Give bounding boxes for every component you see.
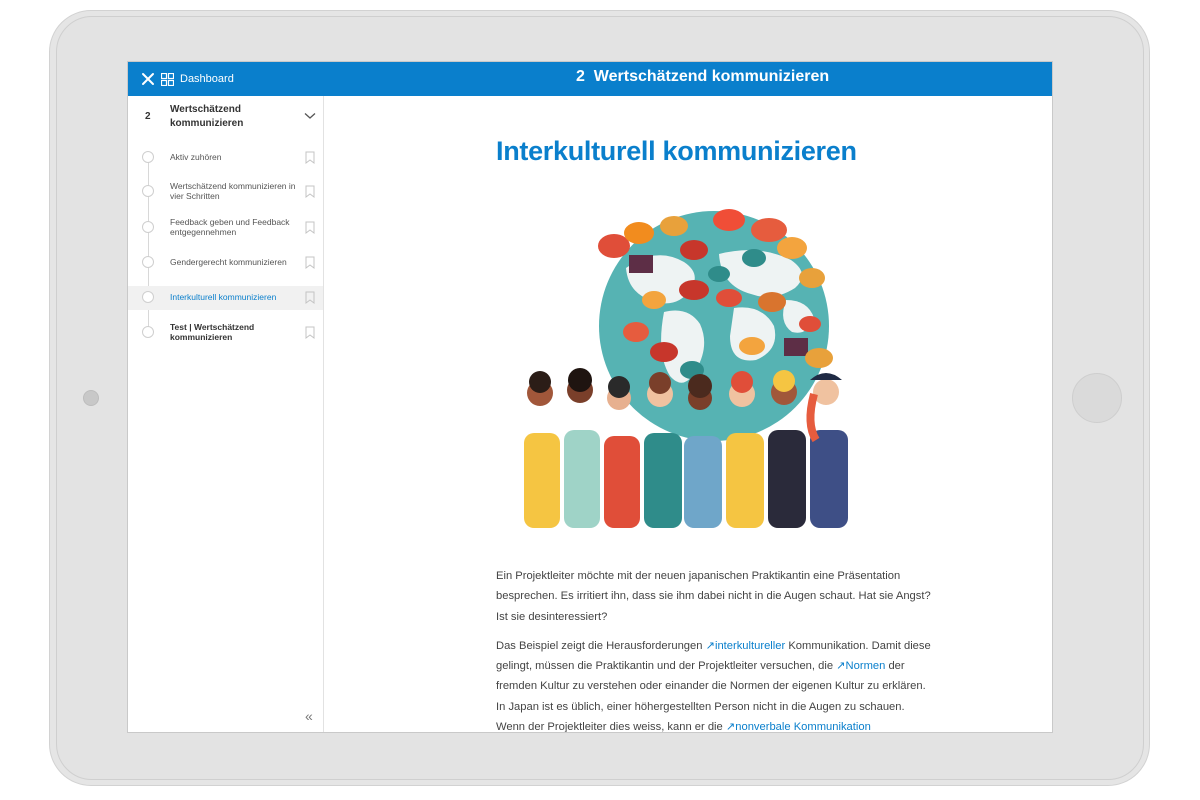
chapter-title: Wertschätzend kommunizieren bbox=[170, 104, 244, 129]
chapter-toggle[interactable]: 2 Wertschätzend kommunizieren bbox=[128, 96, 323, 146]
sidebar-item[interactable]: Aktiv zuhören bbox=[128, 146, 323, 170]
sidebar-item-label: Aktiv zuhören bbox=[170, 152, 222, 162]
bookmark-icon[interactable] bbox=[305, 256, 315, 269]
link-nonverbale-kommunikation[interactable]: ↗nonverbale Kommunikation bbox=[726, 721, 871, 732]
dashboard-grid-icon bbox=[161, 72, 174, 86]
sidebar-item[interactable]: Test | Wertschätzend kommunizieren bbox=[128, 321, 323, 347]
paragraph-2-text-a: Das Beispiel zeigt die Herausforderungen bbox=[496, 639, 706, 652]
collapse-sidebar-button[interactable]: « bbox=[305, 708, 313, 724]
sidebar-item[interactable]: Feedback geben und Feedback entgegennehm… bbox=[128, 216, 323, 242]
progress-dot bbox=[142, 221, 154, 233]
paragraph-1: Ein Projektleiter möchte mit der neuen j… bbox=[496, 570, 931, 623]
bookmark-icon[interactable] bbox=[305, 326, 315, 339]
bookmark-icon[interactable] bbox=[305, 291, 315, 304]
sidebar-item-label: Test | Wertschätzend kommunizieren bbox=[170, 322, 255, 342]
chapter-header-title: 2 Wertschätzend kommunizieren bbox=[576, 68, 829, 86]
main-content: Interkulturell kommunizieren Ein Projekt… bbox=[324, 96, 1052, 732]
chevron-down-icon bbox=[304, 113, 316, 119]
sidebar-item-label: Wertschätzend kommunizieren in vier Schr… bbox=[170, 181, 296, 201]
chapter-header-number: 2 bbox=[576, 68, 585, 85]
sidebar-item[interactable]: Gendergerecht kommunizieren bbox=[128, 251, 323, 275]
sidebar-item-label: Feedback geben und Feedback entgegennehm… bbox=[170, 217, 290, 237]
close-button[interactable] bbox=[137, 68, 159, 90]
sidebar-item[interactable]: Interkulturell kommunizieren bbox=[128, 286, 323, 310]
sidebar-item-label: Interkulturell kommunizieren bbox=[170, 292, 277, 302]
progress-dot bbox=[142, 185, 154, 197]
dashboard-button[interactable]: Dashboard bbox=[161, 68, 234, 90]
progress-dot bbox=[142, 151, 154, 163]
sidebar-item-label: Gendergerecht kommunizieren bbox=[170, 257, 287, 267]
chapter-header-text: Wertschätzend kommunizieren bbox=[593, 68, 830, 85]
close-icon bbox=[142, 73, 154, 85]
dashboard-label: Dashboard bbox=[180, 73, 234, 85]
top-bar: Dashboard 2 Wertschätzend kommunizieren bbox=[128, 62, 1052, 96]
tablet-home-button bbox=[1072, 373, 1122, 423]
link-normen[interactable]: ↗Normen bbox=[836, 660, 885, 672]
progress-dot bbox=[142, 291, 154, 303]
sidebar-navigation: 2 Wertschätzend kommunizieren Aktiv zuhö… bbox=[128, 96, 324, 732]
progress-dot bbox=[142, 256, 154, 268]
globe-people-illustration bbox=[524, 209, 848, 528]
tablet-camera bbox=[83, 390, 99, 406]
app-screen: Dashboard 2 Wertschätzend kommunizieren … bbox=[128, 62, 1052, 732]
bookmark-icon[interactable] bbox=[305, 151, 315, 164]
sidebar-item[interactable]: Wertschätzend kommunizieren in vier Schr… bbox=[128, 180, 323, 204]
progress-dot bbox=[142, 326, 154, 338]
paragraph-2: Das Beispiel zeigt die Herausforderungen… bbox=[496, 636, 936, 732]
bookmark-icon[interactable] bbox=[305, 221, 315, 234]
article-body: Ein Projektleiter möchte mit der neuen j… bbox=[496, 566, 936, 732]
bookmark-icon[interactable] bbox=[305, 185, 315, 198]
link-interkultureller[interactable]: ↗interkultureller bbox=[706, 640, 786, 652]
chapter-number: 2 bbox=[145, 111, 151, 122]
page-title: Interkulturell kommunizieren bbox=[496, 136, 857, 166]
